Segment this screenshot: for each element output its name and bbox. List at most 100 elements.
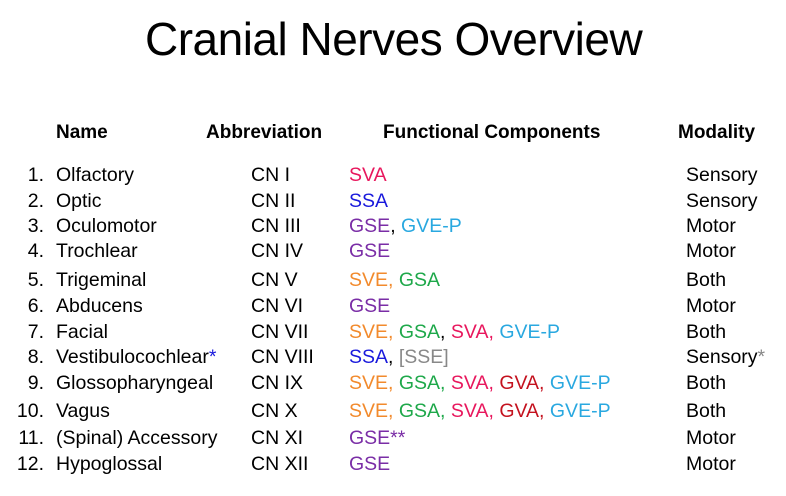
nerve-name: (Spinal) Accessory [56,427,217,450]
row-number: 11. [18,427,44,449]
functional-components: GSE [349,453,390,476]
row-number: 2. [27,190,44,212]
component-label: SVA, [450,372,500,394]
nerve-name-text: Glossopharyngeal [56,372,214,394]
component-label: GSA [398,269,441,291]
table-row: 2.OpticCN IISSASensory│ [0,190,786,214]
nerve-name: Oculomotor [56,215,157,238]
component-label: GSE [349,295,391,317]
nerve-name: Glossopharyngeal [56,372,213,395]
nerve-name-text: Vagus [56,400,110,422]
nerve-name-text: Oculomotor [56,215,157,237]
component-label: GSE [349,240,391,262]
table-row: 11.(Spinal) AccessoryCN XIGSE**Motor│ [0,427,786,451]
footnote-marker: * [757,346,766,368]
component-label: [SSE] [398,346,449,368]
table-row: 10. Vagus CN X SVE, GSA, SVA, GVA, GVE-P Bot… [0,400,786,424]
table-row: 12.HypoglossalCN XIIGSEMotor│ [0,453,786,477]
table-row: 4.TrochlearCN IVGSEMotor│ [0,240,786,264]
functional-components: GSE [349,295,390,318]
nerve-name-text: Vestibulocochlear [56,346,209,368]
modality-text: Sensory [686,190,758,212]
row-number: 4. [27,240,44,262]
modality-text: Both [686,372,727,394]
nerve-name-text: Abducens [56,295,143,317]
row-number: 8. [27,346,44,368]
component-label: , [388,346,399,368]
nerve-name-text: Trochlear [56,240,138,262]
nerve-abbreviation: CN XII [251,453,309,475]
nerve-abbreviation: CN IV [251,240,304,262]
modality-text: Both [686,269,727,291]
modality-text: Sensory [686,164,758,186]
row-number: 3. [27,215,44,237]
component-label: , [390,215,402,237]
functional-components: SSA, [SSE] [349,346,449,369]
modality: Sensory [686,190,758,213]
functional-components: GSE [349,240,390,263]
nerve-name: Optic [56,190,102,213]
functional-components: SVE, GSA, SVA, GVA, GVE-P [349,400,611,423]
row-number: 12. [16,453,44,475]
nerve-name: Vagus [56,400,110,423]
component-label: GSE** [349,427,406,449]
nerve-name: Trigeminal [56,269,146,292]
table-row: 6.AbducensCN VIGSEMotor│ [0,295,786,319]
modality-text: Sensory [686,346,758,368]
modality: Motor [686,295,736,318]
modality: Motor [686,240,736,263]
modality: Motor [686,453,736,476]
modality-text: Motor [686,427,736,449]
component-label: GSE [349,453,391,475]
functional-components: GSE, GVE-P [349,215,462,238]
page-title: Cranial Nerves Overview [145,13,643,65]
nerve-name: Hypoglossal [56,453,162,476]
modality: Sensory [686,164,758,187]
component-label: GVA, [499,372,550,394]
component-label: GSA, [398,400,451,422]
row-number: 10. [16,400,44,422]
row-number: 7. [27,321,44,343]
component-label: GVE-P [549,372,611,394]
nerve-abbreviation: CN IX [251,372,304,394]
functional-components: SVE, GSA, SVA, GVA, GVE-P [349,372,611,395]
modality-text: Both [686,400,727,422]
footnote-marker: * [208,346,217,368]
component-label: SSA [349,190,389,212]
header-modality: Modality [678,122,756,143]
nerve-name: Vestibulocochlear* [56,346,216,369]
nerve-abbreviation: CN VIII [251,346,314,368]
component-label: SSA [349,346,389,368]
component-label: , [440,321,451,343]
modality: Both [686,372,726,395]
nerve-abbreviation: CN VI [251,295,304,317]
modality-text: Both [686,321,727,343]
nerve-name: Olfactory [56,164,134,187]
nerve-name-text: Olfactory [56,164,135,186]
nerve-name-text: Trigeminal [56,269,147,291]
component-label: SVE, [349,269,399,291]
header-functional-components: Functional Components [383,122,601,143]
nerve-abbreviation: CN V [251,269,298,291]
modality-text: Motor [686,295,736,317]
component-label: SVE, [349,400,399,422]
nerve-abbreviation: CN XI [251,427,304,449]
table-row: 5.TrigeminalCN VSVE, GSABoth│ [0,269,786,293]
row-number: 1. [27,164,44,186]
header-name: Name [56,122,108,143]
row-number: 6. [27,295,44,317]
nerve-name-text: (Spinal) Accessory [56,427,218,449]
nerve-abbreviation: CN VII [251,321,309,343]
component-label: GSA [398,321,441,343]
nerve-abbreviation: CN I [251,164,290,186]
modality-text: Motor [686,453,736,475]
header-abbreviation: Abbreviation [206,122,323,143]
component-label: SVE, [349,321,399,343]
nerve-abbreviation: CN II [251,190,296,212]
functional-components: SVA [349,164,387,187]
table-row: 3.OculomotorCN IIIGSE, GVE-PMotor│ [0,215,786,239]
component-label: SVA, [450,400,500,422]
nerve-name-text: Facial [56,321,109,343]
functional-components: SVE, GSA [349,269,440,292]
functional-components: GSE** [349,427,405,450]
